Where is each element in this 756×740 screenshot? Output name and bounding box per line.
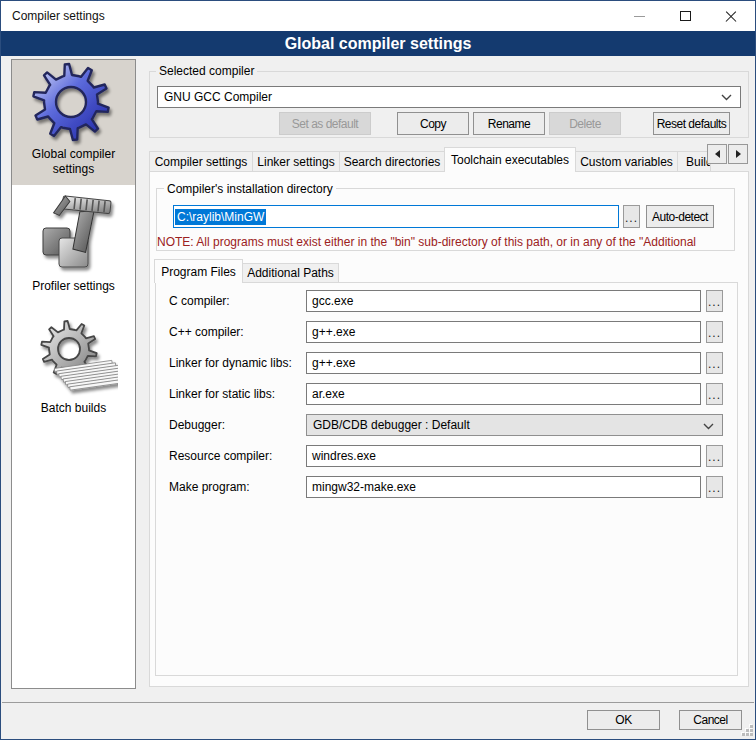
field-value: gcc.exe [312,294,353,308]
window-title: Compiler settings [12,9,105,23]
maximize-button[interactable] [662,1,708,31]
install-dir-input[interactable]: C:\raylib\MinGW [173,205,619,228]
arrow-right-icon [736,150,741,158]
caliper-icon [33,190,119,276]
rename-button[interactable]: Rename [473,112,545,135]
field-label: C compiler: [169,294,230,308]
chevron-down-icon [703,423,714,430]
compiler-select-value: GNU GCC Compiler [164,90,272,104]
field-value: ar.exe [312,387,345,401]
field-label: Linker for dynamic libs: [169,356,292,370]
install-dir-note: NOTE: All programs must exist either in … [157,235,733,250]
install-dir-group-label: Compiler's installation directory [164,182,336,196]
field-browse-button-1[interactable]: ... [706,321,723,343]
field-browse-button-6[interactable]: ... [706,476,723,498]
footer-divider [2,702,754,703]
reset-defaults-button[interactable]: Reset defaults [653,112,730,135]
delete-button[interactable]: Delete [549,112,621,135]
field-input-5[interactable]: windres.exe [306,445,701,467]
cancel-button[interactable]: Cancel [679,710,742,730]
field-input-3[interactable]: ar.exe [306,383,701,405]
tab-build-options[interactable]: Build options [677,151,711,171]
debugger-select-value: GDB/CDB debugger : Default [313,418,470,432]
gray-gear-papers-icon [32,320,118,406]
close-button[interactable] [708,1,754,31]
subtab-additional-paths[interactable]: Additional Paths [242,263,339,282]
field-browse-button-5[interactable]: ... [706,445,723,467]
selected-compiler-group-label: Selected compiler [156,64,257,78]
field-label: Resource compiler: [169,449,272,463]
sidebar-item-batch-builds[interactable]: Batch builds [12,312,135,480]
debugger-select[interactable]: GDB/CDB debugger : Default [306,414,723,436]
page-title: Global compiler settings [1,31,755,56]
field-value: mingw32-make.exe [312,480,416,494]
tab-toolchain-executables[interactable]: Toolchain executables [444,147,576,172]
sidebar-item-label: Profiler settings [12,279,135,294]
field-browse-button-2[interactable]: ... [706,352,723,374]
title-bar: Compiler settings [1,1,755,31]
minimize-button[interactable] [616,1,662,31]
compiler-select[interactable]: GNU GCC Compiler [157,86,741,108]
dialog-window: Compiler settings Global compiler settin… [0,0,756,740]
set-as-default-button[interactable]: Set as default [279,112,371,135]
field-label: Linker for static libs: [169,387,275,401]
install-dir-browse-button[interactable]: ... [623,205,640,228]
copy-button[interactable]: Copy [397,112,469,135]
field-label: C++ compiler: [169,325,244,339]
field-value: g++.exe [312,325,355,339]
tab-search-directories[interactable]: Search directories [339,151,445,171]
tab-linker-settings[interactable]: Linker settings [252,151,340,171]
tab-compiler-settings[interactable]: Compiler settings [149,151,253,171]
field-browse-button-3[interactable]: ... [706,383,723,405]
field-input-0[interactable]: gcc.exe [306,290,701,312]
field-label: Make program: [169,480,250,494]
tabs-scroll-left-button[interactable] [707,144,727,164]
resize-grip[interactable] [741,724,753,736]
arrow-left-icon [715,150,720,158]
minimize-icon [634,16,645,17]
field-input-1[interactable]: g++.exe [306,321,701,343]
chevron-down-icon [721,94,732,101]
field-label: Debugger: [169,418,225,432]
sidebar-item-label: Batch builds [12,401,135,416]
sidebar-item-profiler-settings[interactable]: Profiler settings [12,186,135,312]
auto-detect-button[interactable]: Auto-detect [646,205,714,228]
sidebar-item-global-compiler-settings[interactable]: Global compiler settings [12,60,135,185]
tabs-scroll-right-button[interactable] [728,144,748,164]
subtab-program-files[interactable]: Program Files [154,259,243,283]
field-input-2[interactable]: g++.exe [306,352,701,374]
field-browse-button-0[interactable]: ... [706,290,723,312]
field-input-6[interactable]: mingw32-make.exe [306,476,701,498]
blue-gear-icon [31,62,117,148]
install-dir-selected-text: C:\raylib\MinGW [175,209,266,225]
ok-button[interactable]: OK [587,710,660,730]
maximize-icon [680,11,691,21]
close-icon [724,9,738,23]
sidebar-item-label: Global compiler settings [12,147,135,177]
tab-custom-variables[interactable]: Custom variables [575,151,678,171]
sidebar: Global compiler settings Profiler settin… [11,59,136,689]
field-value: g++.exe [312,356,355,370]
field-value: windres.exe [312,449,376,463]
